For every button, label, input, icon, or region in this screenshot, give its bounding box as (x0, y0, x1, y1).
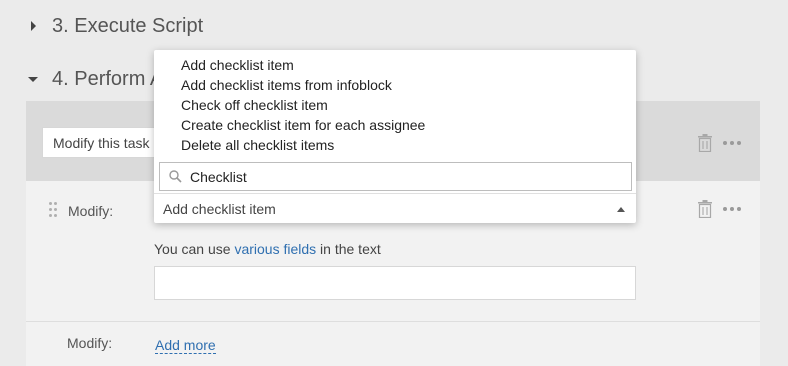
caret-up-icon (617, 207, 625, 212)
dropdown-selected[interactable]: Add checklist item (154, 193, 636, 223)
search-icon (169, 170, 182, 183)
row-actions (697, 200, 741, 218)
hint-suffix: in the text (316, 241, 381, 257)
various-fields-link[interactable]: various fields (234, 241, 316, 257)
action-dropdown: Add checklist item Add checklist items f… (154, 50, 636, 223)
section-3-header[interactable]: 3. Execute Script (26, 11, 203, 41)
dropdown-search[interactable] (159, 162, 632, 191)
fields-hint: You can use various fields in the text (154, 241, 381, 257)
dropdown-option[interactable]: Add checklist item (181, 55, 425, 75)
add-more-link[interactable]: Add more (155, 337, 216, 354)
text-field[interactable] (154, 266, 636, 300)
modify-label: Modify: (67, 335, 113, 351)
trash-icon[interactable] (697, 200, 713, 218)
more-dots-icon[interactable] (723, 141, 741, 145)
dropdown-option[interactable]: Create checklist item for each assignee (181, 115, 425, 135)
hint-prefix: You can use (154, 241, 235, 257)
dropdown-option[interactable]: Check off checklist item (181, 95, 425, 115)
search-input[interactable] (190, 168, 610, 185)
drag-handle-icon[interactable] (49, 202, 57, 218)
section-3-title: 3. Execute Script (52, 14, 204, 37)
modify-label: Modify: (68, 203, 114, 219)
panel-actions (697, 134, 741, 152)
trash-icon[interactable] (697, 134, 713, 152)
dropdown-option[interactable]: Delete all checklist items (181, 135, 425, 155)
caret-down-icon (26, 76, 40, 82)
section-4-header[interactable]: 4. Perform A (26, 64, 163, 94)
dropdown-option[interactable]: Add checklist items from infoblock (181, 75, 425, 95)
more-dots-icon[interactable] (723, 207, 741, 211)
dropdown-options: Add checklist item Add checklist items f… (181, 55, 425, 155)
caret-right-icon (26, 21, 40, 31)
section-4-title: 4. Perform A (52, 67, 164, 90)
modify-row-2 (26, 321, 760, 366)
selected-value-text: Add checklist item (163, 200, 276, 217)
task-select-value: Modify this task (53, 135, 150, 151)
